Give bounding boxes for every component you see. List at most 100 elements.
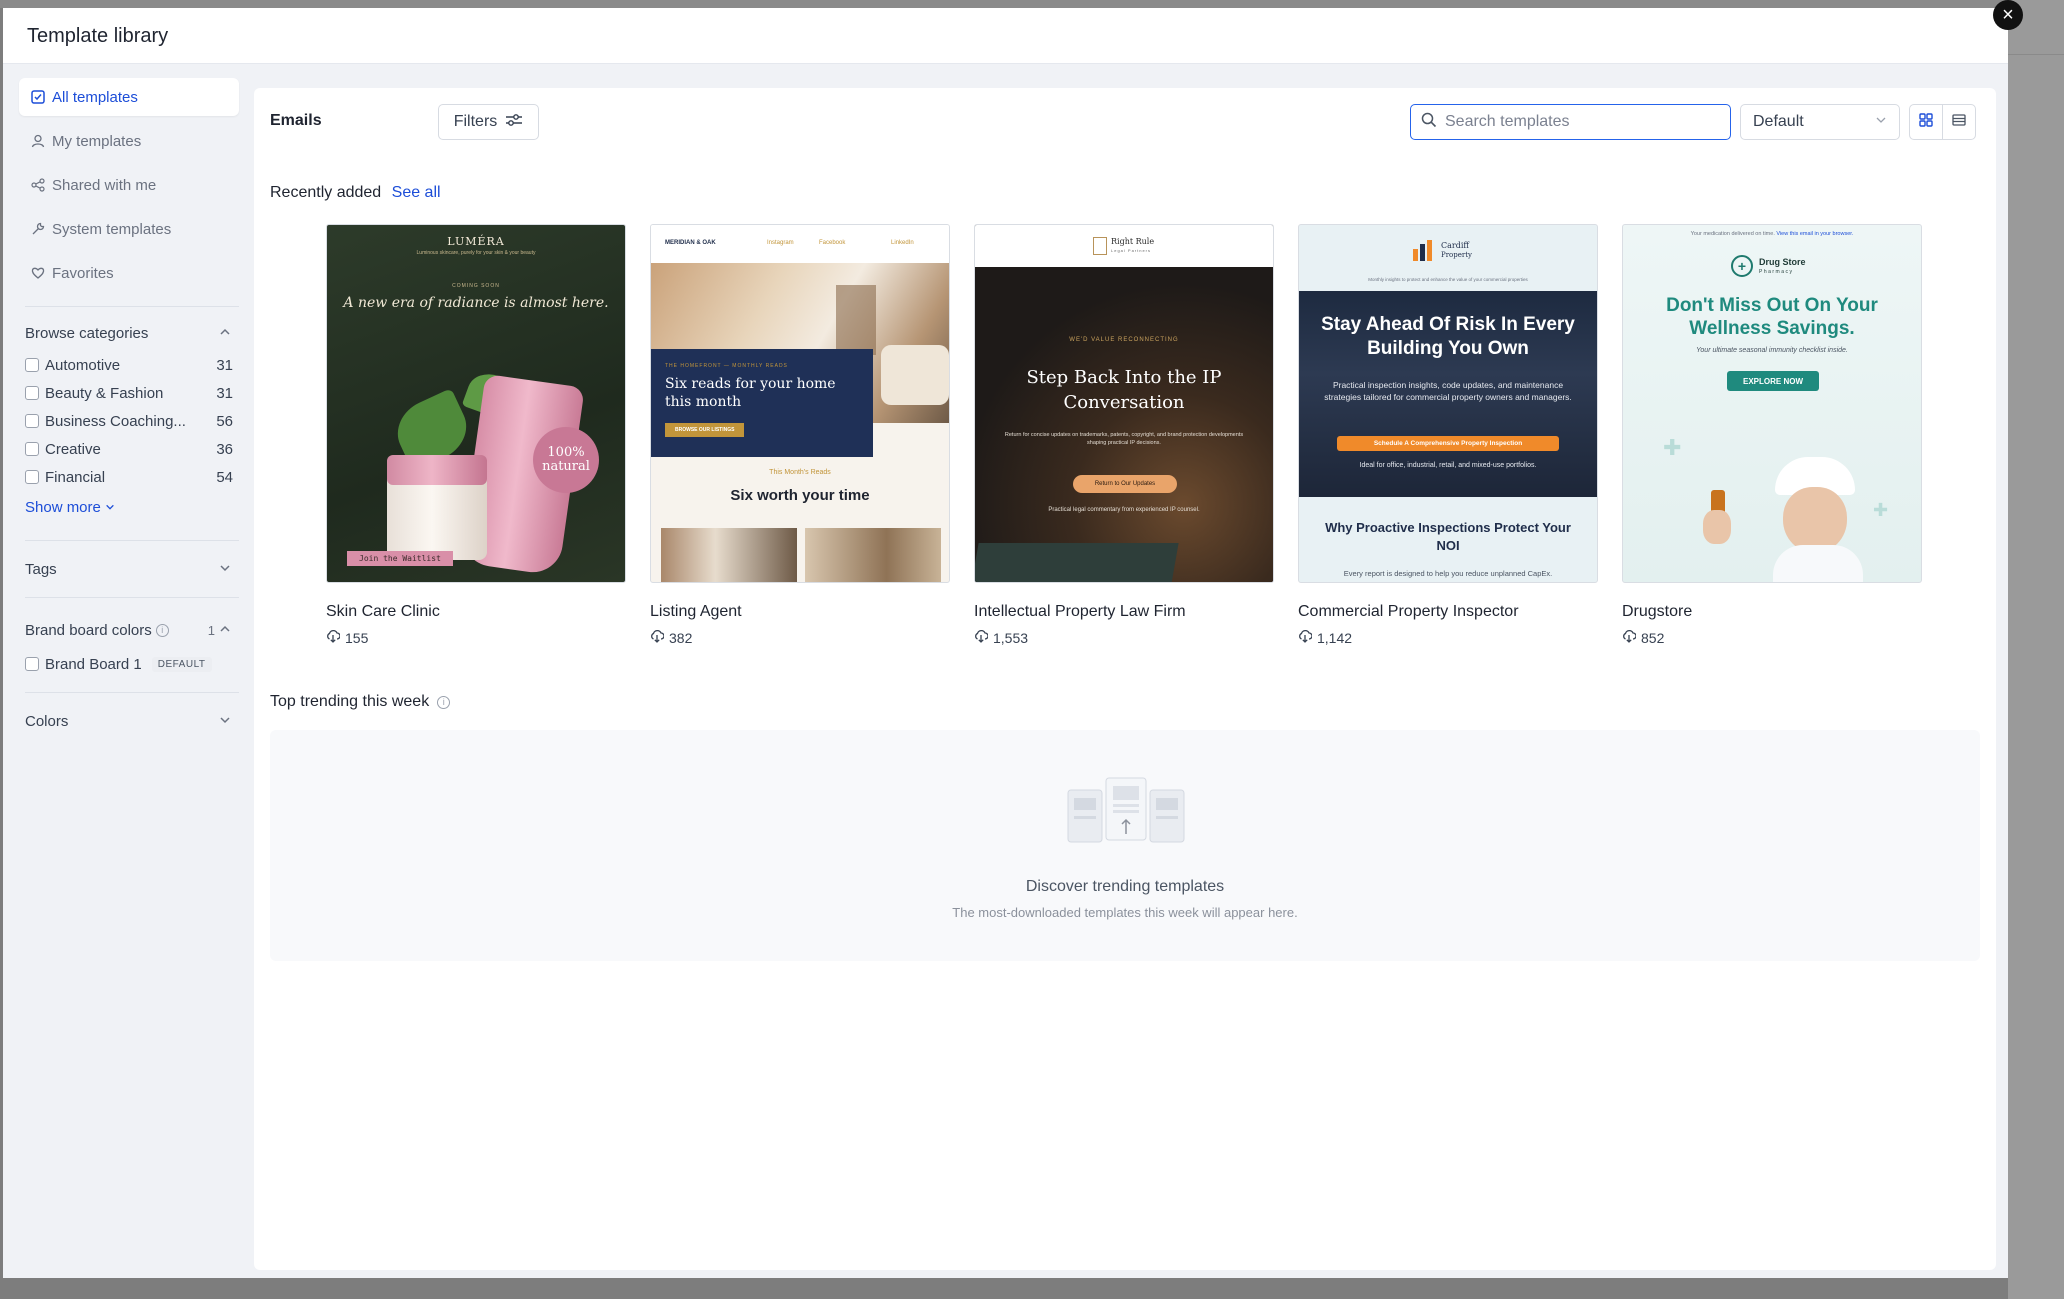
template-thumbnail[interactable]: MERIDIAN & OAK Instagram Facebook Linked… <box>650 224 950 583</box>
thumb-kicker: COMING SOON <box>452 283 500 289</box>
thumb-brand-sub: Legal Partners <box>1111 248 1152 253</box>
building-logo-icon <box>1411 239 1437 261</box>
grid-icon <box>1919 112 1933 132</box>
nav-label: My templates <box>52 132 142 150</box>
card-title: Drugstore <box>1622 603 1693 620</box>
thumb-body: Practical inspection insights, code upda… <box>1324 380 1572 403</box>
nav-favorites[interactable]: Favorites <box>19 254 239 292</box>
thumb-cta: EXPLORE NOW <box>1727 371 1819 391</box>
nav-label: System templates <box>52 220 172 238</box>
category-count: 54 <box>216 468 233 486</box>
search-box[interactable] <box>1410 104 1731 140</box>
card-title: Intellectual Property Law Firm <box>974 603 1186 620</box>
nav-my-templates[interactable]: My templates <box>19 122 239 160</box>
category-name: Creative <box>45 440 101 458</box>
thumb-sub-headline: Six worth your time <box>730 487 870 504</box>
nav-shared-with-me[interactable]: Shared with me <box>19 166 239 204</box>
category-row[interactable]: Creative 36 <box>19 435 239 463</box>
thumb-top-text: Your medication delivered on time. <box>1690 231 1775 237</box>
thumb-top: Monthly insights to protect and enhance … <box>1368 277 1528 282</box>
divider <box>25 540 239 541</box>
category-count: 31 <box>216 384 233 402</box>
thumb-cta: Return to Our Updates <box>1073 475 1177 493</box>
template-thumbnail[interactable]: Right Rule Legal Partners WE'D VALUE REC… <box>974 224 1274 583</box>
thumb-link: LinkedIn <box>891 240 914 246</box>
thumb-headline: Six reads for your home this month <box>665 376 836 411</box>
thumb-link: Instagram <box>767 240 794 246</box>
grid-view-button[interactable] <box>1909 104 1943 140</box>
thumb-brand: Cardiff <box>1441 241 1470 250</box>
list-view-button[interactable] <box>1942 104 1976 140</box>
category-row[interactable]: Financial 54 <box>19 463 239 491</box>
modal-header: Template library <box>3 8 2008 64</box>
card-downloads: 155 <box>326 629 626 646</box>
see-all-link[interactable]: See all <box>392 184 441 201</box>
trending-empty-subtitle: The most-downloaded templates this week … <box>952 905 1298 920</box>
template-thumbnail[interactable]: Your medication delivered on time. View … <box>1622 224 1922 583</box>
template-thumbnail[interactable]: Cardiff Property Monthly insights to pro… <box>1298 224 1598 583</box>
category-row[interactable]: Automotive 31 <box>19 351 239 379</box>
category-row[interactable]: Business Coaching... 56 <box>19 407 239 435</box>
category-checkbox[interactable] <box>25 358 39 372</box>
share-icon <box>29 178 47 192</box>
category-checkbox[interactable] <box>25 442 39 456</box>
divider <box>25 597 239 598</box>
category-checkbox[interactable] <box>25 414 39 428</box>
download-icon <box>326 629 341 646</box>
user-icon <box>29 134 47 148</box>
chevron-down-icon <box>219 714 231 729</box>
template-card[interactable]: Right Rule Legal Partners WE'D VALUE REC… <box>974 224 1274 646</box>
close-icon[interactable]: × <box>1993 0 2023 30</box>
tags-header[interactable]: Tags <box>19 551 239 587</box>
brand-count: 1 <box>207 622 215 638</box>
template-card[interactable]: LUMÉRA Luminous skincare, purely for you… <box>326 224 626 646</box>
chevron-down-icon <box>105 499 115 516</box>
thumb-headline: Stay Ahead Of Risk In Every Building You… <box>1321 314 1575 359</box>
thumb-badge: 100% natural <box>533 427 599 493</box>
info-icon[interactable]: i <box>155 623 169 637</box>
chevron-down-icon <box>219 562 231 577</box>
sliders-icon <box>505 113 523 132</box>
colors-header[interactable]: Colors <box>19 703 239 739</box>
chevron-down-icon <box>1875 113 1887 131</box>
search-icon <box>1421 112 1437 133</box>
category-row[interactable]: Beauty & Fashion 31 <box>19 379 239 407</box>
thumb-cta: Join the Waitlist <box>347 551 453 566</box>
thumb-brand: Right Rule <box>1111 237 1155 246</box>
info-icon[interactable]: i <box>437 695 451 709</box>
card-title: Commercial Property Inspector <box>1298 603 1519 620</box>
card-title: Skin Care Clinic <box>326 603 440 620</box>
template-card[interactable]: Your medication delivered on time. View … <box>1622 224 1922 646</box>
template-thumbnail[interactable]: LUMÉRA Luminous skincare, purely for you… <box>326 224 626 583</box>
recently-added-header: Recently added See all <box>270 184 441 202</box>
search-input[interactable] <box>1445 113 1715 131</box>
sort-select[interactable]: Default <box>1740 104 1900 140</box>
nav-all-templates[interactable]: All templates <box>19 78 239 116</box>
brand-board-checkbox[interactable] <box>25 657 39 671</box>
sort-value: Default <box>1753 113 1804 130</box>
brand-board-row[interactable]: Brand Board 1 DEFAULT <box>19 650 239 678</box>
template-card[interactable]: MERIDIAN & OAK Instagram Facebook Linked… <box>650 224 950 646</box>
download-count: 155 <box>345 629 369 646</box>
backdrop-top <box>0 0 2064 8</box>
nav-label: Shared with me <box>52 176 157 194</box>
filters-label: Filters <box>453 113 498 130</box>
thumb-tagline: Luminous skincare, purely for your skin … <box>416 250 536 256</box>
modal-title: Template library <box>27 25 169 47</box>
brand-board-colors-header[interactable]: Brand board colors i 1 <box>19 612 239 648</box>
nav-system-templates[interactable]: System templates <box>19 210 239 248</box>
category-checkbox[interactable] <box>25 470 39 484</box>
jar-lid <box>387 455 487 485</box>
thumb-kicker: WE'D VALUE RECONNECTING <box>1069 337 1179 343</box>
download-icon <box>1298 629 1313 646</box>
template-card[interactable]: Cardiff Property Monthly insights to pro… <box>1298 224 1598 646</box>
book-image <box>975 543 1179 582</box>
thumb-cta: Schedule A Comprehensive Property Inspec… <box>1337 436 1559 451</box>
section-title: Brand board colors <box>25 621 152 639</box>
category-checkbox[interactable] <box>25 386 39 400</box>
filters-button[interactable]: Filters <box>438 104 539 140</box>
section-title: Browse categories <box>25 324 149 342</box>
show-more-link[interactable]: Show more <box>19 491 239 524</box>
card-title: Listing Agent <box>650 603 742 620</box>
browse-categories-header[interactable]: Browse categories <box>19 315 239 351</box>
